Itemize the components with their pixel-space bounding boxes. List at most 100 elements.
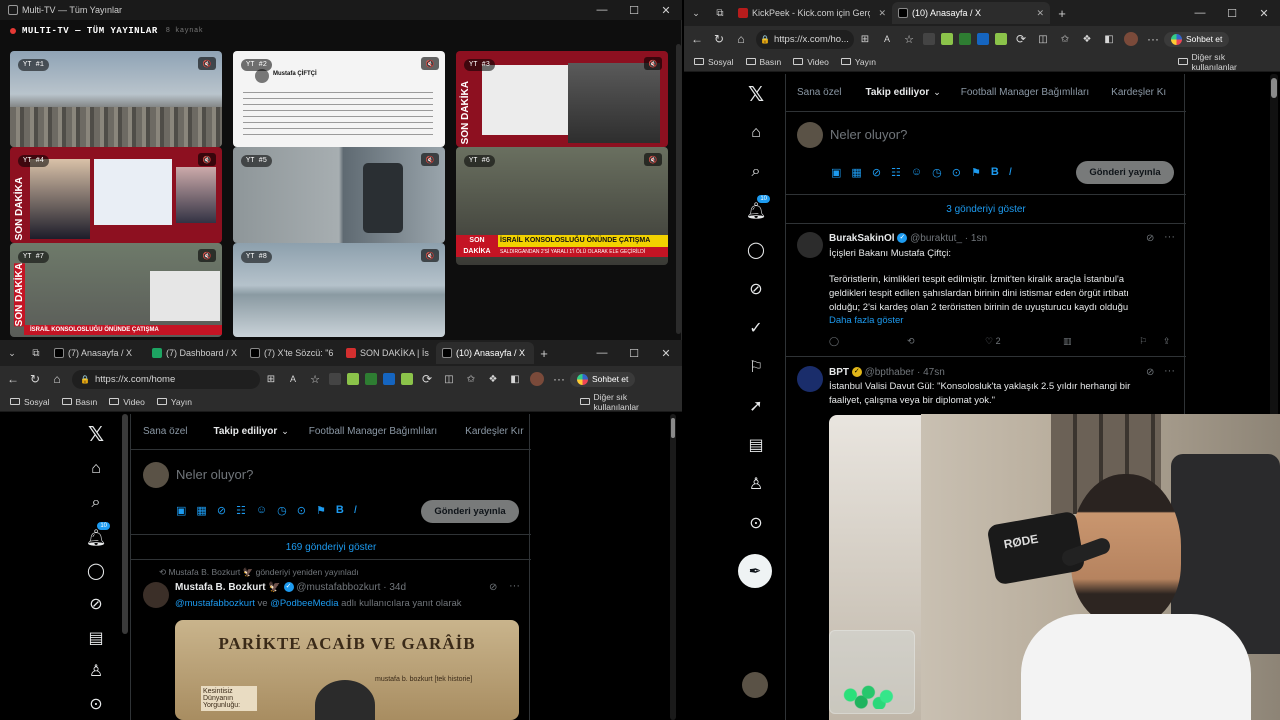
grok-explain-icon[interactable]: ⊘ [1146,233,1154,244]
repost-icon[interactable]: ⟲ [907,336,915,347]
compose-box[interactable]: Neler oluyor? [176,467,253,482]
search-icon[interactable]: ⌕ [84,491,108,515]
messages-icon[interactable]: ◯ [84,559,108,583]
more-menu-icon[interactable]: ··· [548,372,570,386]
favorites-icon[interactable]: ✩ [460,374,482,385]
notifications-icon[interactable]: 🔔︎ 10 [744,195,770,223]
sidebar-scrollbar[interactable] [122,414,128,634]
poll-icon[interactable]: ☷ [236,504,246,517]
copilot-button[interactable]: Sohbet et [570,371,636,387]
flag-icon[interactable]: ⚑ [971,166,981,179]
tab-sana-ozel[interactable]: Sana özel [143,426,187,437]
back-icon[interactable]: ← [686,32,708,46]
stream-tile-3[interactable]: SON DAKİKA YT #3 🔇 [456,51,668,147]
collections-icon[interactable]: ❖ [1076,34,1098,45]
schedule-icon[interactable]: ◷ [277,504,287,517]
more-icon[interactable]: ⊙ [84,692,108,716]
tab-actions-icon[interactable]: ⌄ [684,8,708,19]
tab-sana-ozel[interactable]: Sana özel [797,87,841,98]
tab-football-manager[interactable]: Football Manager Bağımlıları [309,426,437,437]
account-avatar[interactable] [742,672,768,698]
stream-tile-1[interactable]: YT #1 🔇 [10,51,222,147]
tab-anasayfa-1[interactable]: (7) Anasayfa / X [48,342,146,364]
tweet-avatar[interactable] [143,582,169,608]
stream-tile-2[interactable]: Mustafa ÇİFTÇİ YT #2 🔇 [233,51,445,147]
tweet-image[interactable]: PARİKTE ACAİB VE GARÂİB mustafa b. bozku… [175,620,519,720]
split-screen-icon[interactable]: ◫ [438,374,460,385]
emoji-icon[interactable]: ☺ [911,166,922,179]
views-icon[interactable]: ▥ [1063,336,1072,347]
minimize-icon[interactable]: — [586,343,618,363]
maximize-icon[interactable]: ☐ [1216,3,1248,23]
refresh-ext-icon[interactable]: ⟳ [416,372,438,386]
italic-icon[interactable]: I [1009,166,1012,179]
bookmark-video[interactable]: Video [109,397,145,407]
stream-tile-7[interactable]: SON DAKİKA İSRAİL KONSOLOSLUĞU ÖNÜNDE ÇA… [10,243,222,337]
tab-dashboard[interactable]: (7) Dashboard / X [146,342,244,364]
image-icon[interactable]: ▣ [176,504,186,517]
address-bar[interactable]: 🔒 https://x.com/home [72,369,260,389]
scrollbar-thumb[interactable] [1271,78,1277,98]
speaker-icon[interactable]: 🔇 [198,249,216,262]
tab-anasayfa-active[interactable]: (10) Anasayfa / X ✕ [436,342,534,364]
copilot-button[interactable]: Sohbet et [1164,31,1230,47]
communities-icon[interactable]: ✓ [744,316,768,340]
close-tab-icon[interactable]: ✕ [1036,8,1044,19]
extension-icon[interactable] [347,373,359,385]
speaker-icon[interactable]: 🔇 [198,153,216,166]
speaker-icon[interactable]: 🔇 [644,57,662,70]
bookmark-yayin[interactable]: Yayın [840,57,876,67]
new-tab-icon[interactable]: + [534,346,554,361]
extension-icon[interactable] [365,373,377,385]
show-more-link[interactable]: Daha fazla göster [829,314,903,327]
extension-icon[interactable] [959,33,971,45]
app-available-icon[interactable]: ⊞ [260,374,282,385]
extension-icon[interactable] [383,373,395,385]
tab-kardesler[interactable]: Kardeşler Kır [465,426,523,437]
speaker-icon[interactable]: 🔇 [421,57,439,70]
more-menu-icon[interactable]: ··· [1142,32,1164,46]
maximize-icon[interactable]: ☐ [618,343,650,363]
speaker-icon[interactable]: 🔇 [198,57,216,70]
italic-icon[interactable]: I [354,504,357,517]
location-icon[interactable]: ⊙ [297,504,306,517]
tweet-avatar[interactable] [797,366,823,392]
bookmark-basin[interactable]: Basın [745,57,781,67]
stream-tile-5[interactable]: YT #5 🔇 [233,147,445,243]
bold-icon[interactable]: B [336,504,344,517]
stream-tile-6[interactable]: İSRAİL KONSOLOSLUĞU ÖNÜNDE ÇATIŞMA SALDI… [456,147,668,265]
bookmark-sosyal[interactable]: Sosyal [694,57,734,67]
new-tab-icon[interactable]: + [1050,6,1074,21]
refresh-ext-icon[interactable]: ⟳ [1010,32,1032,46]
tab-takip-ediliyor[interactable]: Takip ediliyor [865,87,929,98]
mention-link[interactable]: @mustafabbozkurt [175,598,255,609]
extension-icon[interactable] [401,373,413,385]
poll-icon[interactable]: ☷ [891,166,901,179]
messages-icon[interactable]: ◯ [744,238,768,262]
tweet-handle[interactable]: @bpthaber · 47sn [865,367,945,378]
reply-icon[interactable]: ◯ [829,336,839,347]
tab-actions-icon[interactable]: ⌄ [0,348,24,359]
read-aloud-icon[interactable]: A [282,374,304,384]
tab-kickpeek[interactable]: KickPeek - Kick.com için Gerçek Za ✕ [732,2,892,24]
close-icon[interactable]: ✕ [650,343,682,363]
favorite-star-icon[interactable]: ☆ [898,33,920,46]
tab-football-manager[interactable]: Football Manager Bağımlıları [961,87,1089,98]
tweet-author-name[interactable]: BurakSakinOl [829,233,895,244]
stream-tile-8[interactable]: YT #8 🔇 [233,243,445,337]
bookmark-basin[interactable]: Basın [61,397,97,407]
tab-kardesler[interactable]: Kardeşler Kı [1111,87,1166,98]
lists-icon[interactable]: ▤ [744,433,768,457]
close-icon[interactable]: ✕ [1248,3,1280,23]
home-icon[interactable]: ⌂ [46,372,68,386]
jobs-icon[interactable]: ➚ [744,394,768,418]
speaker-icon[interactable]: 🔇 [644,153,662,166]
extension-icon[interactable] [923,33,935,45]
extension-icon[interactable] [977,33,989,45]
grok-icon[interactable]: ⊘ [84,592,108,616]
more-icon[interactable]: ⊙ [744,511,768,535]
extensions-icon[interactable]: ◧ [1098,34,1120,45]
home-icon[interactable]: ⌂ [730,32,752,46]
app-available-icon[interactable]: ⊞ [854,34,876,45]
page-scrollbar[interactable] [670,414,676,720]
